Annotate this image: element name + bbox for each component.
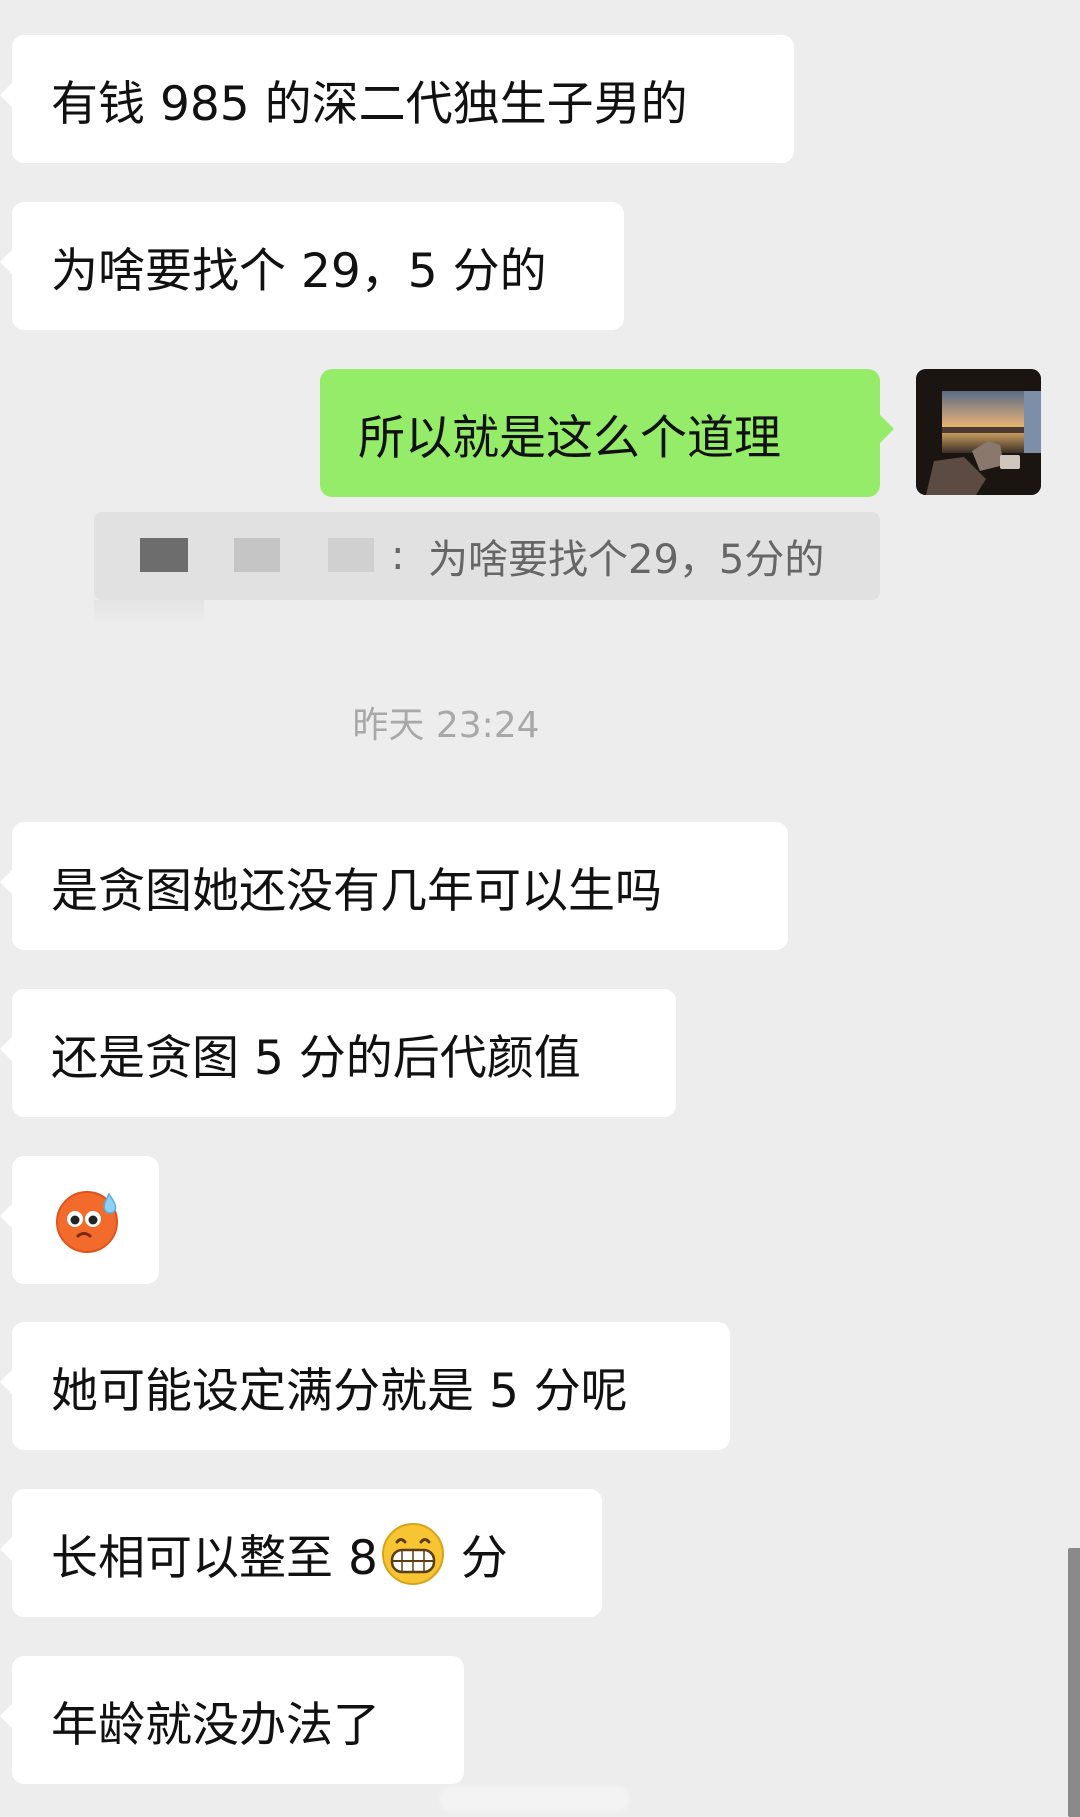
sweating-face-emoji xyxy=(56,1191,118,1253)
grinning-face-emoji xyxy=(381,1523,444,1585)
redacted-sender-name-block xyxy=(234,538,280,572)
incoming-message-bubble[interactable]: 年龄就没办法了 xyxy=(0,1656,464,1784)
message-text: 是贪图她还没有几年可以生吗 xyxy=(51,863,662,919)
message-text: 为啥要找个 29，5 分的 xyxy=(51,243,547,299)
quoted-message[interactable]: : 为啥要找个29，5分的 xyxy=(94,512,880,624)
outgoing-message-bubble[interactable]: 所以就是这么个道理 xyxy=(320,369,894,497)
message-text: 年龄就没办法了 xyxy=(51,1697,380,1753)
incoming-message-bubble[interactable]: 是贪图她还没有几年可以生吗 xyxy=(0,822,788,950)
incoming-message-bubble[interactable]: 为啥要找个 29，5 分的 xyxy=(0,202,624,330)
timestamp: 昨天 23:24 xyxy=(352,705,540,746)
redaction-blur xyxy=(94,600,204,624)
incoming-message-bubble[interactable]: 有钱 985 的深二代独生子男的 xyxy=(0,35,794,163)
quote-text: 为啥要找个29，5分的 xyxy=(428,537,825,583)
redacted-sender-name-block xyxy=(328,538,374,572)
redacted-sender-name-block xyxy=(140,538,188,572)
avatar-photo xyxy=(916,369,1041,495)
user-avatar[interactable] xyxy=(916,369,1041,495)
incoming-message-bubble[interactable]: 长相可以整至 8 分 xyxy=(0,1489,602,1617)
message-text-before-emoji: 长相可以整至 8 xyxy=(51,1530,378,1586)
quote-separator: : xyxy=(391,533,405,579)
message-text: 有钱 985 的深二代独生子男的 xyxy=(51,76,688,132)
message-text: 她可能设定满分就是 5 分呢 xyxy=(51,1363,628,1419)
incoming-emoji-bubble[interactable] xyxy=(0,1156,159,1284)
message-text-after-emoji: 分 xyxy=(445,1530,508,1586)
incoming-message-bubble[interactable]: 还是贪图 5 分的后代颜值 xyxy=(0,989,676,1117)
scrollbar-thumb[interactable] xyxy=(1068,1548,1080,1817)
message-text: 所以就是这么个道理 xyxy=(358,410,781,466)
message-text: 还是贪图 5 分的后代颜值 xyxy=(51,1030,581,1086)
incoming-message-bubble[interactable]: 她可能设定满分就是 5 分呢 xyxy=(0,1322,730,1450)
watermark xyxy=(440,1786,630,1812)
